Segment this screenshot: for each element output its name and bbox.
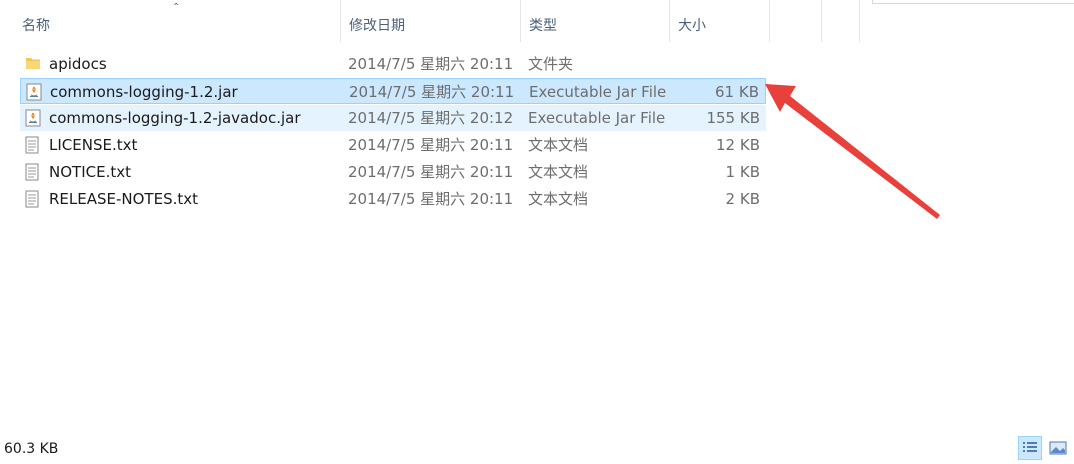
file-size: 155 KB <box>706 109 760 127</box>
file-size: 61 KB <box>715 83 759 101</box>
file-type: Executable Jar File <box>529 83 667 101</box>
file-date: 2014/7/5 星期六 20:11 <box>348 163 514 181</box>
file-date: 2014/7/5 星期六 20:11 <box>348 190 514 208</box>
search-box-edge[interactable] <box>872 0 1074 4</box>
file-type: 文本文档 <box>528 136 589 154</box>
file-type: 文本文档 <box>528 163 589 181</box>
file-size: 12 KB <box>716 136 760 154</box>
large-icons-view-icon[interactable] <box>1046 436 1070 460</box>
text-file-icon <box>25 132 43 158</box>
file-size: 2 KB <box>725 190 760 208</box>
text-file-icon <box>25 186 43 212</box>
file-name: LICENSE.txt <box>49 136 138 154</box>
file-row-commons-logging-javadoc-jar[interactable]: commons-logging-1.2-javadoc.jar 2014/7/5… <box>20 105 766 131</box>
text-file-icon <box>25 159 43 185</box>
java-jar-icon <box>25 105 43 131</box>
details-view-icon[interactable] <box>1018 436 1042 460</box>
file-name: NOTICE.txt <box>49 163 131 181</box>
file-size: 1 KB <box>725 163 760 181</box>
selection-size-text: 60.3 KB <box>4 441 59 457</box>
column-header-size[interactable]: 大小 <box>670 0 770 42</box>
file-name: commons-logging-1.2-javadoc.jar <box>49 109 301 127</box>
sort-ascending-icon: ⌃ <box>172 2 181 13</box>
file-date: 2014/7/5 星期六 20:11 <box>348 55 514 73</box>
file-name: apidocs <box>49 55 107 73</box>
file-name: commons-logging-1.2.jar <box>50 83 238 101</box>
column-header-blank[interactable] <box>770 0 822 42</box>
column-header-type[interactable]: 类型 <box>521 0 670 42</box>
column-header-blank-2[interactable] <box>822 0 860 42</box>
java-jar-icon <box>26 79 44 105</box>
file-row-apidocs[interactable]: apidocs 2014/7/5 星期六 20:11 文件夹 <box>20 51 766 77</box>
column-header-date[interactable]: 修改日期 <box>341 0 521 42</box>
file-type: 文件夹 <box>528 55 574 73</box>
file-row-release-notes-txt[interactable]: RELEASE-NOTES.txt 2014/7/5 星期六 20:11 文本文… <box>20 186 766 212</box>
folder-icon <box>25 51 43 77</box>
file-type: 文本文档 <box>528 190 589 208</box>
file-type: Executable Jar File <box>528 109 666 127</box>
file-row-notice-txt[interactable]: NOTICE.txt 2014/7/5 星期六 20:11 文本文档 1 KB <box>20 159 766 185</box>
file-row-license-txt[interactable]: LICENSE.txt 2014/7/5 星期六 20:11 文本文档 12 K… <box>20 132 766 158</box>
file-row-commons-logging-jar[interactable]: commons-logging-1.2.jar 2014/7/5 星期六 20:… <box>20 78 766 104</box>
file-date: 2014/7/5 星期六 20:11 <box>349 83 515 101</box>
file-date: 2014/7/5 星期六 20:12 <box>348 109 514 127</box>
file-name: RELEASE-NOTES.txt <box>49 190 199 208</box>
column-header: 名称 修改日期 类型 大小 ⌃ <box>0 0 1074 42</box>
status-bar: 60.3 KB <box>0 438 1074 461</box>
file-date: 2014/7/5 星期六 20:11 <box>348 136 514 154</box>
